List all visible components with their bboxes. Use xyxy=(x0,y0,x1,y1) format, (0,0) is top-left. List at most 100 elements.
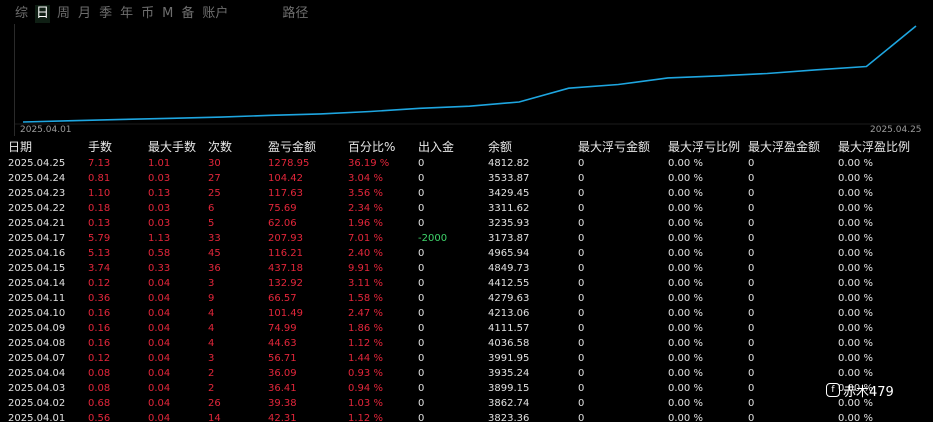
table-cell: 0 xyxy=(748,188,755,199)
table-row: 2025.04.24 0.81 0.03 27 104.42 3.04 % 0 3533.87… xyxy=(0,171,933,186)
table-cell: 4849.73 xyxy=(488,263,530,274)
tab-4[interactable]: 季 xyxy=(98,5,113,23)
tab-9[interactable]: 账户 xyxy=(201,5,229,23)
table-cell: 2025.04.04 xyxy=(8,368,66,379)
tab-3[interactable]: 月 xyxy=(77,5,92,23)
table-cell: 0 xyxy=(418,368,425,379)
table-cell: 0.12 xyxy=(88,353,111,364)
table-cell: 437.18 xyxy=(268,263,303,274)
table-cell: 0 xyxy=(578,233,585,244)
table-cell: 0.00 % xyxy=(838,233,873,244)
table-cell: 0.00 % xyxy=(838,368,873,379)
table-cell: 26 xyxy=(208,398,221,409)
column-header[interactable]: 余额 xyxy=(488,138,512,156)
column-header[interactable]: 次数 xyxy=(208,138,232,156)
table-cell: 0.08 xyxy=(88,383,111,394)
table-cell: 4412.55 xyxy=(488,278,530,289)
column-header[interactable]: 盈亏金额 xyxy=(268,138,316,156)
table-cell: 0 xyxy=(748,383,755,394)
table-row: 2025.04.11 0.36 0.04 9 66.57 1.58 % 0 4279.63 0 0… xyxy=(0,291,933,306)
table-cell: 2025.04.22 xyxy=(8,203,66,214)
table-cell: 0.58 xyxy=(148,248,171,259)
table-row: 2025.04.21 0.13 0.03 5 62.06 1.96 % 0 3235.93 0 0… xyxy=(0,216,933,231)
table-cell: 5 xyxy=(208,218,215,229)
table-cell: 0.03 xyxy=(148,173,171,184)
table-cell: 0 xyxy=(418,338,425,349)
table-cell: 3935.24 xyxy=(488,368,530,379)
table-cell: 0 xyxy=(418,398,425,409)
table-cell: 0.00 % xyxy=(838,308,873,319)
table-cell: 0 xyxy=(578,218,585,229)
table-cell: 0.00 % xyxy=(838,188,873,199)
column-header[interactable]: 出入金 xyxy=(418,138,454,156)
column-header[interactable]: 最大浮盈金额 xyxy=(748,138,820,156)
table-cell: 0 xyxy=(418,218,425,229)
watermark-logo-icon: f xyxy=(826,383,840,397)
column-header[interactable]: 百分比% xyxy=(348,138,395,156)
column-header[interactable]: 最大浮盈比例 xyxy=(838,138,910,156)
table-cell: 0.00 % xyxy=(838,353,873,364)
column-header[interactable]: 最大浮亏比例 xyxy=(668,138,740,156)
table-cell: 4 xyxy=(208,338,215,349)
table-cell: 0.56 xyxy=(88,413,111,422)
table-cell: 0 xyxy=(748,203,755,214)
tab-10[interactable]: 路径 xyxy=(281,5,309,23)
table-cell: 2025.04.21 xyxy=(8,218,66,229)
column-header[interactable]: 日期 xyxy=(8,138,32,156)
tab-5[interactable]: 年 xyxy=(119,5,134,23)
table-cell: 4965.94 xyxy=(488,248,530,259)
tab-2[interactable]: 周 xyxy=(56,5,71,23)
table-cell: -2000 xyxy=(418,233,448,244)
table-cell: 0.04 xyxy=(148,323,171,334)
table-cell: 0.03 xyxy=(148,218,171,229)
table-cell: 0.00 % xyxy=(668,413,703,422)
table-cell: 0 xyxy=(578,248,585,259)
table-cell: 4 xyxy=(208,308,215,319)
table-cell: 4036.58 xyxy=(488,338,530,349)
table-cell: 0 xyxy=(418,413,425,422)
table-cell: 0 xyxy=(578,368,585,379)
table-cell: 0 xyxy=(748,323,755,334)
table-cell: 2025.04.10 xyxy=(8,308,66,319)
table-cell: 7.13 xyxy=(88,158,111,169)
tab-1[interactable]: 日 xyxy=(35,5,51,23)
table-cell: 0.00 % xyxy=(838,413,873,422)
table-cell: 0 xyxy=(418,383,425,394)
table-cell: 117.63 xyxy=(268,188,303,199)
column-header[interactable]: 最大浮亏金额 xyxy=(578,138,650,156)
tab-8[interactable]: 备 xyxy=(180,5,195,23)
table-cell: 5.79 xyxy=(88,233,111,244)
column-header[interactable]: 手数 xyxy=(88,138,112,156)
table-cell: 36.19 % xyxy=(348,158,390,169)
tab-6[interactable]: 币 xyxy=(140,5,155,23)
table-cell: 0.08 xyxy=(88,368,111,379)
column-header[interactable]: 最大手数 xyxy=(148,138,196,156)
table-cell: 0 xyxy=(578,263,585,274)
table-cell: 0.16 xyxy=(88,338,111,349)
table-cell: 3 xyxy=(208,353,215,364)
table-cell: 4213.06 xyxy=(488,308,530,319)
table-cell: 2025.04.15 xyxy=(8,263,66,274)
table-cell: 0 xyxy=(748,353,755,364)
table-cell: 0.00 % xyxy=(838,323,873,334)
table-cell: 27 xyxy=(208,173,221,184)
table-cell: 0.00 % xyxy=(668,203,703,214)
table-cell: 0 xyxy=(418,188,425,199)
x-axis-start-label: 2025.04.01 xyxy=(20,125,72,135)
table-cell: 0.00 % xyxy=(838,158,873,169)
table-cell: 0.00 % xyxy=(668,173,703,184)
table-cell: 0.93 % xyxy=(348,368,383,379)
table-row: 2025.04.09 0.16 0.04 4 74.99 1.86 % 0 4111.57 0 0… xyxy=(0,321,933,336)
table-cell: 30 xyxy=(208,158,221,169)
tab-7[interactable]: M xyxy=(161,5,174,23)
table-cell: 0.00 % xyxy=(838,263,873,274)
table-cell: 3862.74 xyxy=(488,398,530,409)
tab-0[interactable]: 综 xyxy=(14,5,29,23)
table-cell: 2025.04.17 xyxy=(8,233,66,244)
table-cell: 2025.04.09 xyxy=(8,323,66,334)
table-cell: 0 xyxy=(578,308,585,319)
table-cell: 1.44 % xyxy=(348,353,383,364)
table-cell: 3.11 % xyxy=(348,278,383,289)
table-cell: 74.99 xyxy=(268,323,297,334)
table-cell: 101.49 xyxy=(268,308,303,319)
